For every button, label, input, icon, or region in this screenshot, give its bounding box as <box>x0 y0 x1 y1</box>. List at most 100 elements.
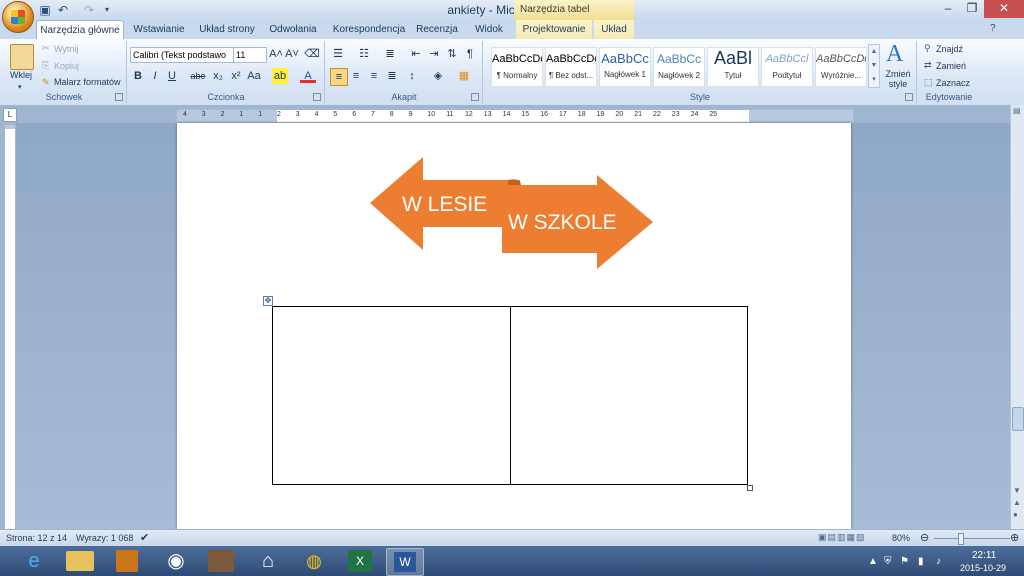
justify-icon[interactable]: ≣ <box>384 68 400 84</box>
ie-icon[interactable]: e <box>16 548 52 574</box>
tab-selector-icon[interactable]: L <box>3 108 17 122</box>
font-color-icon[interactable]: A <box>300 68 316 83</box>
paragraph-launcher-icon[interactable] <box>471 93 479 101</box>
select-browse-object-icon[interactable]: ● <box>1013 510 1018 519</box>
style-emphasis[interactable]: AaBbCcDc Wyróżnie... <box>815 47 867 87</box>
media-icon[interactable] <box>116 550 138 572</box>
shield-icon[interactable]: ⛨ <box>884 556 892 567</box>
change-case-button[interactable]: Aa <box>246 68 262 84</box>
style-title[interactable]: AaBl Tytuł <box>707 47 759 87</box>
font-name-combo[interactable]: Calibri (Tekst podstawo <box>130 47 234 63</box>
tab-view[interactable]: Widok <box>468 20 510 39</box>
view-ruler-icon[interactable]: ▤ <box>1013 106 1021 115</box>
restore-button[interactable]: ❐ <box>960 0 984 18</box>
zoom-slider[interactable] <box>934 538 1010 539</box>
zoom-out-icon[interactable]: ⊖ <box>920 531 929 544</box>
highlight-icon[interactable]: ab <box>272 68 288 84</box>
chrome-icon[interactable]: ◍ <box>296 548 332 574</box>
superscript-button[interactable]: x² <box>228 68 244 84</box>
clipboard-launcher-icon[interactable] <box>115 93 123 101</box>
grow-font-icon[interactable]: A˄ <box>268 46 284 62</box>
copy-button[interactable]: Kopiuj <box>54 61 79 71</box>
zoom-slider-thumb[interactable] <box>958 533 964 545</box>
word-icon[interactable]: W <box>386 548 424 576</box>
style-heading1[interactable]: AaBbCc Nagłówek 1 <box>599 47 651 87</box>
home-icon[interactable]: ⌂ <box>250 548 286 574</box>
bullets-icon[interactable]: ☰ <box>330 46 346 62</box>
align-left-icon[interactable]: ≡ <box>330 68 348 86</box>
volume-icon[interactable]: ♪ <box>936 556 941 567</box>
word-count[interactable]: Wyrazy: 1 068 <box>76 533 133 543</box>
italic-button[interactable]: I <box>147 68 163 84</box>
align-right-icon[interactable]: ≡ <box>366 68 382 84</box>
select-button[interactable]: Zaznacz <box>936 78 970 88</box>
shrink-font-icon[interactable]: A˅ <box>284 46 300 62</box>
styles-scroll-icon[interactable]: ▲ ▼ ▾ <box>868 44 880 88</box>
speaker-icon[interactable]: ◉ <box>158 548 194 574</box>
decrease-indent-icon[interactable]: ⇤ <box>408 46 424 62</box>
table-move-handle-icon[interactable]: ✥ <box>263 296 273 306</box>
style-heading2[interactable]: AaBbCc Nagłówek 2 <box>653 47 705 87</box>
font-size-combo[interactable]: 11 <box>233 47 267 63</box>
change-styles-button[interactable]: Zmień style <box>882 69 914 89</box>
docs-app-icon[interactable] <box>208 550 234 572</box>
network-icon[interactable]: ▮ <box>918 556 924 567</box>
paste-dropdown-icon[interactable]: ▾ <box>18 83 22 91</box>
table-cell-right[interactable] <box>509 306 748 485</box>
style-normal[interactable]: AaBbCcDc ¶ Normalny <box>491 47 543 87</box>
style-subtitle[interactable]: AaBbCcl Podtytuł <box>761 47 813 87</box>
tab-review[interactable]: Recenzja <box>414 20 460 39</box>
align-center-icon[interactable]: ≡ <box>348 68 364 84</box>
increase-indent-icon[interactable]: ⇥ <box>426 46 442 62</box>
scrollbar-thumb[interactable] <box>1012 407 1024 431</box>
underline-button[interactable]: U <box>164 68 180 84</box>
clock-time[interactable]: 22:11 <box>972 550 996 561</box>
styles-launcher-icon[interactable] <box>905 93 913 101</box>
bold-button[interactable]: B <box>130 68 146 84</box>
shading-icon[interactable]: ◈ <box>430 68 446 84</box>
tab-home[interactable]: Narzędzia główne <box>36 20 124 40</box>
proofing-icon[interactable]: ✔ <box>140 531 149 544</box>
change-styles-icon[interactable]: A <box>886 41 903 68</box>
sort-icon[interactable]: ⇅ <box>444 46 460 62</box>
numbering-icon[interactable]: ☷ <box>356 46 372 62</box>
tab-insert[interactable]: Wstawianie <box>128 20 190 39</box>
strikethrough-button[interactable]: abe <box>190 68 206 84</box>
borders-icon[interactable]: ▦ <box>456 68 472 84</box>
view-buttons-icon[interactable]: ▣▤▥▦▧ <box>818 532 888 543</box>
cut-button[interactable]: Wytnij <box>54 44 78 54</box>
format-painter-button[interactable]: Malarz formatów <box>54 77 121 87</box>
office-button[interactable] <box>2 1 34 33</box>
table-resize-handle[interactable] <box>747 485 753 491</box>
line-spacing-icon[interactable]: ↕ <box>404 68 420 84</box>
paste-icon[interactable] <box>10 44 34 70</box>
find-button[interactable]: Znajdź <box>936 44 963 54</box>
table-cell-left[interactable] <box>272 306 511 485</box>
subscript-button[interactable]: x₂ <box>210 68 226 84</box>
tab-layout[interactable]: Układ <box>594 20 634 39</box>
close-button[interactable]: ✕ <box>984 0 1024 18</box>
tray-arrow-icon[interactable]: ▲ <box>868 556 878 567</box>
flag-icon[interactable]: ⚑ <box>900 556 909 567</box>
document-table[interactable] <box>272 306 748 485</box>
file-explorer-icon[interactable] <box>66 551 94 571</box>
horizontal-ruler[interactable]: 4 3 2 1 1 2 3 4 5 6 7 8 9 10 11 12 13 14 15 16 17 18 19 20 21 22 2… <box>176 109 854 123</box>
minimize-button[interactable]: – <box>936 0 960 18</box>
multilevel-list-icon[interactable]: ≣ <box>382 46 398 62</box>
previous-page-icon[interactable]: ▲ <box>1013 498 1021 507</box>
tab-references[interactable]: Odwołania <box>264 20 322 39</box>
zoom-level[interactable]: 80% <box>892 533 910 543</box>
tab-mailings[interactable]: Korespondencja <box>330 20 408 39</box>
help-icon[interactable]: ? <box>990 23 996 34</box>
replace-button[interactable]: Zamień <box>936 61 966 71</box>
vertical-ruler[interactable] <box>4 124 16 530</box>
zoom-in-icon[interactable]: ⊕ <box>1010 531 1019 544</box>
vertical-scrollbar[interactable] <box>1010 105 1024 529</box>
clear-formatting-icon[interactable]: ⌫ <box>304 46 320 62</box>
page-count[interactable]: Strona: 12 z 14 <box>6 533 67 543</box>
tab-page-layout[interactable]: Układ strony <box>196 20 258 39</box>
scroll-down-icon[interactable]: ▼ <box>1013 486 1021 495</box>
tab-design[interactable]: Projektowanie <box>516 20 592 39</box>
show-formatting-icon[interactable]: ¶ <box>462 46 478 62</box>
style-no-spacing[interactable]: AaBbCcDc ¶ Bez odst... <box>545 47 597 87</box>
